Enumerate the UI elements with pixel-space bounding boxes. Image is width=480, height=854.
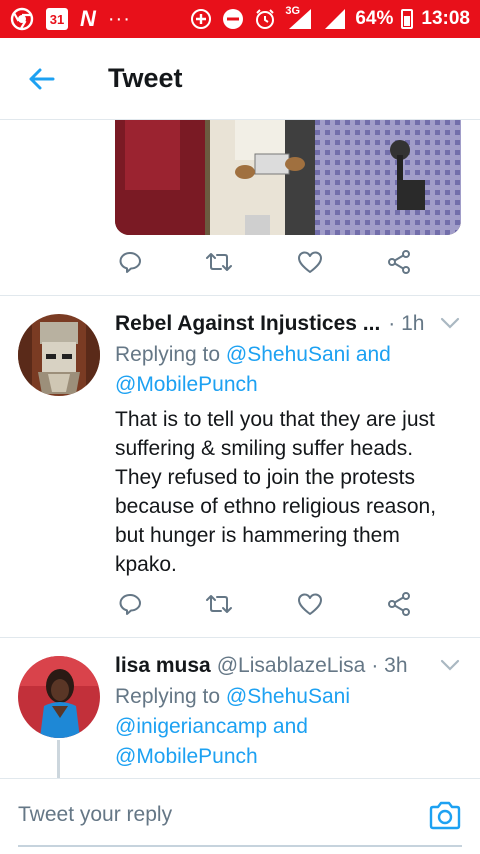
status-bar: 31 N ··· 3G 64% 13:08: [0, 0, 480, 38]
top-app-bar: Tweet: [0, 38, 480, 120]
back-arrow-icon: [29, 68, 55, 89]
like-icon[interactable]: [294, 588, 326, 620]
news-app-icon: N: [80, 6, 96, 31]
camera-icon[interactable]: [428, 801, 462, 831]
back-button[interactable]: [20, 58, 62, 100]
mention-link[interactable]: @MobilePunch: [115, 373, 258, 396]
share-icon[interactable]: [383, 246, 415, 278]
replying-to: Replying to @ShehuSani and @MobilePunch: [115, 340, 391, 400]
display-name[interactable]: lisa musa: [115, 654, 211, 678]
data-saver-icon: [189, 7, 213, 31]
avatar[interactable]: [18, 314, 100, 396]
tweet-actions: [0, 246, 480, 286]
avatar[interactable]: [18, 656, 100, 738]
username[interactable]: @LisablazeLisa: [217, 654, 366, 678]
reply-icon[interactable]: [114, 246, 146, 278]
chrome-icon: [10, 7, 34, 31]
reply-composer: Tweet your reply: [0, 778, 480, 854]
mention-link[interactable]: @MobilePunch: [115, 745, 258, 768]
mention-link[interactable]: @ShehuSani: [226, 685, 350, 708]
replying-to: Replying to @ShehuSani @inigeriancamp an…: [115, 682, 350, 772]
tweet-header: lisa musa @LisablazeLisa · 3h: [115, 654, 466, 678]
reply-icon[interactable]: [114, 588, 146, 620]
do-not-disturb-icon: [221, 7, 245, 31]
replying-to-label: Replying to: [115, 685, 221, 708]
chevron-down-icon[interactable]: [440, 316, 460, 330]
replying-to-label: Replying to: [115, 343, 221, 366]
tweet-text: That is to tell you that they are just s…: [115, 408, 437, 576]
mention-link[interactable]: @ShehuSani and: [226, 343, 391, 366]
timestamp: · 1h: [388, 312, 425, 335]
tweet-photo[interactable]: [115, 120, 461, 235]
chevron-down-icon[interactable]: [440, 658, 460, 672]
timestamp: · 3h: [371, 654, 408, 677]
display-name[interactable]: Rebel Against Injustices ...: [115, 312, 380, 336]
network-type-label: 3G: [285, 5, 301, 17]
like-icon[interactable]: [294, 246, 326, 278]
reply-input[interactable]: Tweet your reply: [18, 803, 172, 827]
clock: 13:08: [421, 8, 470, 29]
more-notifications-icon: ···: [107, 7, 131, 30]
tweet-actions: [0, 588, 480, 628]
divider: [0, 637, 480, 638]
divider: [0, 295, 480, 296]
battery-percent: 64%: [355, 8, 394, 29]
page-title: Tweet: [108, 63, 183, 93]
alarm-icon: [253, 7, 277, 31]
retweet-icon[interactable]: [203, 246, 235, 278]
tweet-header: Rebel Against Injustices ... · 1h: [115, 312, 466, 336]
thread-line: [57, 740, 60, 778]
cell-signal-icon: [323, 7, 347, 31]
signal-3g-icon: 3G: [285, 5, 315, 31]
mention-link[interactable]: @inigeriancamp and: [115, 715, 308, 738]
calendar-icon: 31: [46, 8, 68, 30]
battery-icon: [401, 9, 414, 29]
reply-input-underline: [18, 845, 462, 847]
share-icon[interactable]: [383, 588, 415, 620]
retweet-icon[interactable]: [203, 588, 235, 620]
